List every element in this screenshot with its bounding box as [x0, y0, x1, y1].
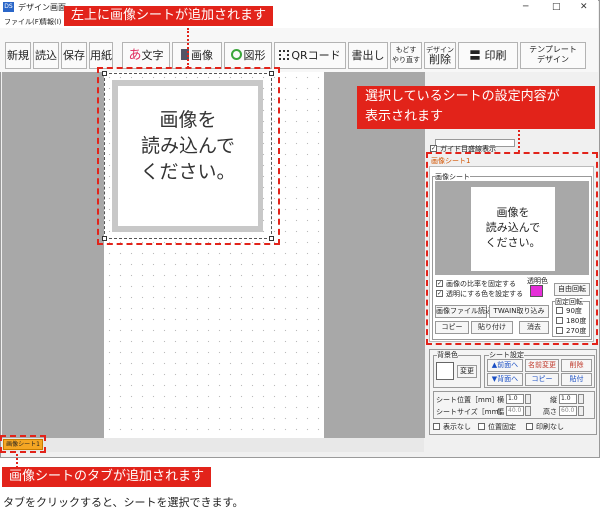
- print-icon: 〓: [469, 49, 481, 62]
- hide-checkbox[interactable]: [433, 423, 440, 430]
- callout-pointer: [16, 454, 18, 468]
- qr-button[interactable]: QRコード: [274, 42, 346, 69]
- bring-front-button[interactable]: ▲前面へ: [487, 359, 523, 372]
- free-rotate-button[interactable]: 自由回転: [554, 283, 590, 296]
- minimize-icon[interactable]: ─: [523, 2, 528, 12]
- hide-label: 表示なし: [443, 423, 471, 431]
- callout-pointer: [187, 28, 189, 68]
- menu-file[interactable]: ファイル(F): [4, 17, 42, 27]
- export-button[interactable]: 書出し: [348, 42, 388, 69]
- load-button[interactable]: 読込: [33, 42, 59, 69]
- send-back-button[interactable]: ▼背面へ: [487, 373, 523, 386]
- bg-change-button[interactable]: 変更: [457, 365, 477, 378]
- rotate-90-label: 90度: [566, 307, 582, 315]
- rotate-180-checkbox[interactable]: [556, 317, 563, 324]
- no-print-checkbox[interactable]: [526, 423, 533, 430]
- new-button[interactable]: 新規: [5, 42, 31, 69]
- erase-button[interactable]: 消去: [519, 321, 549, 334]
- guide-checkbox[interactable]: ✓: [430, 145, 437, 152]
- shape-icon: [230, 49, 242, 60]
- fix-ratio-label: 画像の比率を固定する: [446, 280, 516, 288]
- y-spinner[interactable]: [578, 394, 584, 404]
- tab-highlight: [0, 435, 46, 453]
- paste-button[interactable]: 貼り付け: [471, 321, 513, 334]
- width-label: 幅: [497, 408, 504, 416]
- canvas-highlight: [97, 67, 280, 245]
- callout-bottom: 画像シートのタブが追加されます: [2, 467, 212, 487]
- sheet-position-label: シート位置［mm］: [436, 396, 499, 404]
- copy-button[interactable]: コピー: [435, 321, 469, 334]
- bg-color-swatch[interactable]: [436, 362, 454, 380]
- qr-icon: [279, 50, 290, 60]
- callout-note: タブをクリックすると、シートを選択できます。: [3, 496, 244, 509]
- twain-button[interactable]: TWAIN取り込み: [489, 305, 549, 318]
- window-title: デザイン画面: [18, 3, 66, 12]
- y-position-field[interactable]: 1.0: [559, 394, 577, 404]
- toolbar: 新規 読込 保存 用紙 あ文字 画像 図形 QRコード 書出し もどす やり直す …: [0, 28, 598, 72]
- shape-button[interactable]: 図形: [224, 42, 272, 69]
- transparent-checkbox[interactable]: ✓: [436, 290, 443, 297]
- fix-ratio-checkbox[interactable]: ✓: [436, 280, 443, 287]
- callout-pointer: [518, 130, 520, 152]
- text-glyph-icon: あ: [128, 48, 142, 63]
- height-field[interactable]: 60.0: [559, 406, 577, 416]
- delete-sheet-button[interactable]: 削除: [561, 359, 592, 372]
- callout-right: 選択しているシートの設定内容が 表示されます: [357, 86, 595, 129]
- section-tab-label[interactable]: 画像シート1: [431, 156, 470, 166]
- no-print-label: 印刷なし: [536, 423, 564, 431]
- copy-sheet-button[interactable]: コピー: [525, 373, 559, 386]
- lock-position-checkbox[interactable]: [478, 423, 485, 430]
- x-position-field[interactable]: 1.0: [506, 394, 524, 404]
- template-design-button[interactable]: テンプレート デザイン: [520, 42, 586, 69]
- save-button[interactable]: 保存: [61, 42, 87, 69]
- height-label: 高さ: [543, 408, 557, 416]
- sheet-size-label: シートサイズ［mm］: [436, 408, 506, 416]
- maximize-icon[interactable]: □: [552, 2, 561, 12]
- lock-position-label: 位置固定: [488, 423, 516, 431]
- preview-image: 画像を 読み込んで ください。: [471, 187, 555, 271]
- bg-color-label: 背景色: [437, 350, 458, 360]
- close-icon[interactable]: ✕: [580, 2, 588, 12]
- rotate-270-checkbox[interactable]: [556, 327, 563, 334]
- rotate-270-label: 270度: [566, 327, 587, 335]
- app-icon: DS: [3, 2, 14, 12]
- tab-bar: [1, 438, 424, 452]
- trans-color-swatch[interactable]: [530, 285, 543, 297]
- y-label: 縦: [550, 396, 557, 404]
- load-image-file-button[interactable]: 画像ファイル読込: [435, 305, 492, 318]
- width-spinner[interactable]: [525, 406, 531, 416]
- transparent-label: 透明にする色を設定する: [446, 290, 524, 298]
- paper-button[interactable]: 用紙: [89, 42, 113, 69]
- width-field[interactable]: 40.0: [506, 406, 524, 416]
- rename-button[interactable]: 名前変更: [525, 359, 559, 372]
- x-spinner[interactable]: [525, 394, 531, 404]
- undo-button[interactable]: もどす やり直す: [390, 42, 422, 69]
- height-spinner[interactable]: [578, 406, 584, 416]
- delete-design-button[interactable]: デザイン 削除: [424, 42, 456, 69]
- x-label: 横: [497, 396, 504, 404]
- rotate-90-checkbox[interactable]: [556, 307, 563, 314]
- rotate-180-label: 180度: [566, 317, 587, 325]
- print-button[interactable]: 〓印刷: [458, 42, 518, 69]
- menu-info[interactable]: 情報(I): [40, 17, 62, 27]
- image-button[interactable]: 画像: [172, 42, 222, 69]
- text-button[interactable]: あ文字: [122, 42, 170, 69]
- callout-top: 左上に画像シートが追加されます: [64, 6, 274, 26]
- paste-sheet-button[interactable]: 貼付: [561, 373, 592, 386]
